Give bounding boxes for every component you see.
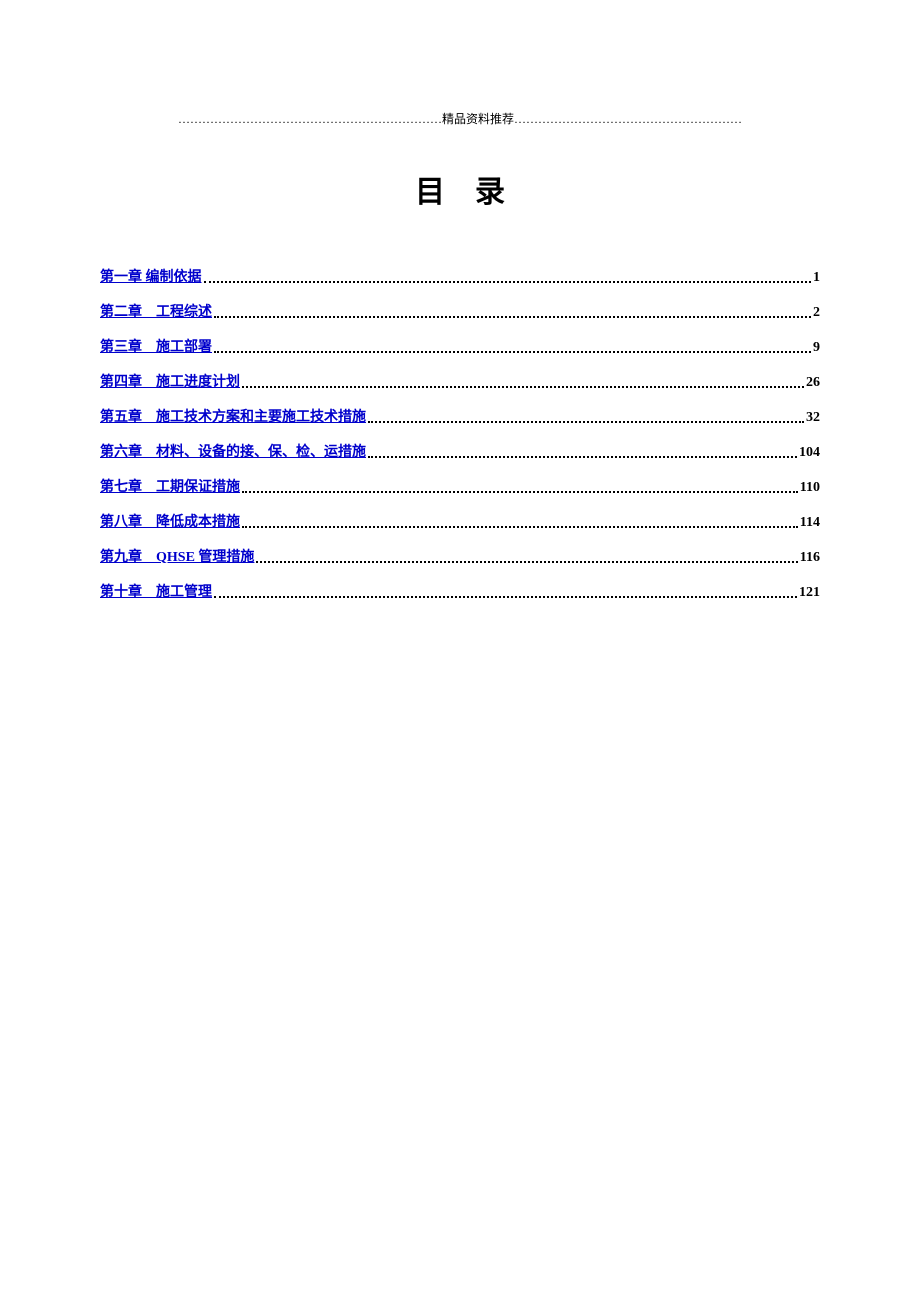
toc-link[interactable]: 第六章 材料、设备的接、保、检、运措施 — [100, 441, 366, 461]
toc-leader-dots — [256, 561, 797, 563]
toc-page-number: 121 — [799, 585, 820, 601]
toc-link[interactable]: 第八章 降低成本措施 — [100, 511, 240, 531]
toc-leader-dots — [214, 596, 797, 598]
toc-link[interactable]: 第一章 编制依据 — [100, 266, 202, 286]
page-title: 目录 — [100, 167, 820, 211]
toc-page-number: 116 — [800, 550, 820, 566]
toc-leader-dots — [242, 386, 804, 388]
toc-leader-dots — [204, 281, 812, 283]
toc-link[interactable]: 第四章 施工进度计划 — [100, 371, 240, 391]
toc-entry: 第四章 施工进度计划 26 — [100, 371, 820, 391]
toc-page-number: 110 — [800, 480, 820, 496]
toc-leader-dots — [368, 421, 804, 423]
table-of-contents: 第一章 编制依据 1 第二章 工程综述 2 第三章 施工部署 9 第四章 施工进… — [100, 266, 820, 601]
toc-page-number: 1 — [813, 270, 820, 286]
toc-link[interactable]: 第十章 施工管理 — [100, 581, 212, 601]
toc-page-number: 114 — [800, 515, 820, 531]
toc-leader-dots — [242, 526, 798, 528]
toc-entry: 第三章 施工部署 9 — [100, 336, 820, 356]
toc-entry: 第一章 编制依据 1 — [100, 266, 820, 286]
toc-entry: 第二章 工程综述 2 — [100, 301, 820, 321]
toc-link[interactable]: 第九章 QHSE 管理措施 — [100, 546, 254, 566]
toc-page-number: 2 — [813, 305, 820, 321]
toc-entry: 第八章 降低成本措施 114 — [100, 511, 820, 531]
toc-entry: 第七章 工期保证措施 110 — [100, 476, 820, 496]
toc-page-number: 26 — [806, 375, 820, 391]
toc-page-number: 9 — [813, 340, 820, 356]
toc-leader-dots — [214, 316, 811, 318]
toc-entry: 第十章 施工管理 121 — [100, 581, 820, 601]
toc-link[interactable]: 第三章 施工部署 — [100, 336, 212, 356]
header-decoration: …………………………………………………………精品资料推荐………………………………… — [100, 110, 820, 127]
toc-leader-dots — [242, 491, 798, 493]
toc-page-number: 104 — [799, 445, 820, 461]
toc-entry: 第六章 材料、设备的接、保、检、运措施 104 — [100, 441, 820, 461]
toc-link[interactable]: 第五章 施工技术方案和主要施工技术措施 — [100, 406, 366, 426]
toc-leader-dots — [214, 351, 811, 353]
toc-link[interactable]: 第二章 工程综述 — [100, 301, 212, 321]
toc-entry: 第九章 QHSE 管理措施 116 — [100, 546, 820, 566]
toc-page-number: 32 — [806, 410, 820, 426]
toc-leader-dots — [368, 456, 797, 458]
toc-link[interactable]: 第七章 工期保证措施 — [100, 476, 240, 496]
toc-entry: 第五章 施工技术方案和主要施工技术措施 32 — [100, 406, 820, 426]
